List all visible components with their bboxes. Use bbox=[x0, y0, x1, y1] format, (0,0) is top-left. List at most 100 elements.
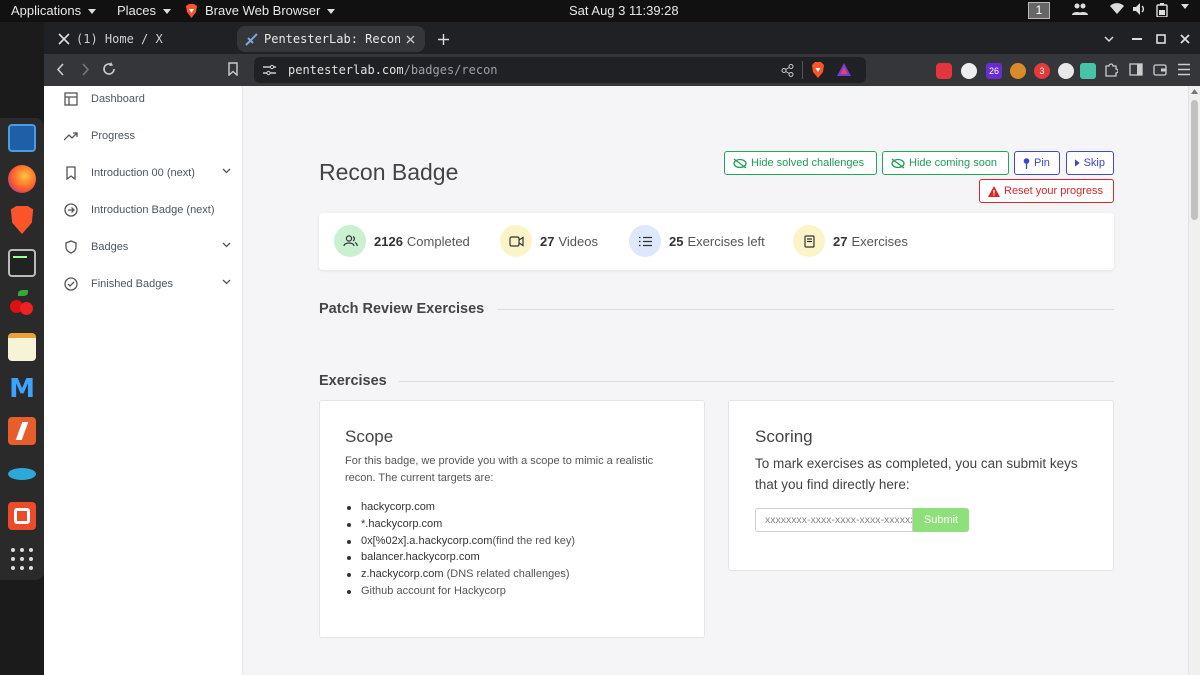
places-menu[interactable]: Places bbox=[117, 3, 172, 18]
pin-button[interactable]: Pin bbox=[1014, 151, 1060, 175]
maximize-button[interactable] bbox=[1148, 26, 1174, 52]
extension-badge[interactable]: 26 bbox=[986, 63, 1002, 79]
chevron-down-icon[interactable] bbox=[222, 168, 231, 174]
stat-value: 27 bbox=[833, 233, 848, 249]
battery-icon[interactable] bbox=[1156, 3, 1168, 17]
workspace-indicator[interactable]: 1 bbox=[1028, 2, 1050, 19]
site-settings-icon[interactable] bbox=[263, 64, 276, 76]
minimize-button[interactable] bbox=[1124, 26, 1150, 52]
scoring-title: Scoring bbox=[755, 427, 813, 446]
caret-down-icon bbox=[88, 8, 97, 14]
minimize-icon bbox=[1132, 38, 1142, 40]
brave-icon[interactable] bbox=[10, 206, 34, 234]
button-label: Reset your progress bbox=[1004, 185, 1104, 197]
show-apps-grid-icon[interactable] bbox=[8, 545, 36, 573]
stat-circle bbox=[334, 225, 366, 257]
new-tab-button[interactable] bbox=[430, 26, 457, 52]
book-icon bbox=[803, 234, 815, 248]
stat-value: 25 bbox=[669, 233, 684, 249]
sidebar-item-badges[interactable]: Badges bbox=[64, 236, 234, 258]
tab-pentesterlab[interactable]: PentesterLab: Recon bbox=[237, 26, 425, 52]
sidebar-item-label: Finished Badges bbox=[91, 278, 173, 290]
chevron-down-icon[interactable] bbox=[222, 279, 231, 285]
eye-icon[interactable] bbox=[8, 460, 36, 488]
sidebar-item-introduction-00[interactable]: Introduction 00 (next) bbox=[64, 162, 234, 184]
skip-button[interactable]: Skip bbox=[1066, 151, 1114, 175]
app-icon[interactable] bbox=[8, 502, 36, 530]
sidebar-item-introduction-badge[interactable]: Introduction Badge (next) bbox=[64, 199, 215, 221]
cherrytree-icon[interactable] bbox=[8, 290, 36, 318]
app-name-label: Brave Web Browser bbox=[205, 3, 321, 18]
wifi-icon[interactable] bbox=[1110, 3, 1124, 14]
users-icon bbox=[342, 235, 358, 247]
places-label: Places bbox=[117, 3, 157, 18]
key-input[interactable] bbox=[755, 508, 913, 532]
applications-menu[interactable]: Applications bbox=[11, 3, 97, 18]
bookmark-icon[interactable] bbox=[228, 62, 238, 76]
sidebar-toggle-icon[interactable] bbox=[1129, 63, 1143, 76]
brave-lion-icon bbox=[186, 3, 197, 18]
clock[interactable]: Sat Aug 3 11:39:28 bbox=[569, 3, 679, 18]
terminal-icon[interactable] bbox=[8, 249, 36, 277]
forward-icon[interactable] bbox=[81, 63, 90, 76]
close-icon bbox=[1180, 34, 1190, 44]
sidebar-item-dashboard[interactable]: Dashboard bbox=[64, 88, 145, 110]
stat-circle bbox=[500, 225, 532, 257]
hide-solved-button[interactable]: Hide solved challenges bbox=[724, 151, 877, 175]
brave-rewards-icon[interactable] bbox=[837, 63, 851, 76]
hide-coming-soon-button[interactable]: Hide coming soon bbox=[882, 151, 1009, 175]
firefox-icon[interactable] bbox=[8, 165, 36, 193]
divider bbox=[802, 61, 803, 79]
target-host: hackycorp.com bbox=[361, 501, 435, 513]
page-scrollbar[interactable] bbox=[1188, 86, 1200, 675]
target-host: z.hackycorp.com bbox=[361, 568, 444, 581]
extension-icon[interactable] bbox=[936, 63, 952, 79]
close-tab-icon[interactable] bbox=[406, 35, 415, 44]
target-note: (find the red key) bbox=[492, 534, 575, 547]
chevron-down-icon[interactable] bbox=[222, 242, 231, 248]
arrow-circle-icon bbox=[64, 203, 78, 217]
file-manager-icon[interactable] bbox=[8, 124, 36, 152]
list-item: *.hackycorp.com bbox=[347, 516, 575, 533]
tab-list-button[interactable] bbox=[1096, 26, 1122, 52]
scoring-card: Scoring To mark exercises as completed, … bbox=[728, 400, 1114, 571]
eye-slash-icon bbox=[891, 157, 905, 169]
power-menu[interactable] bbox=[1178, 3, 1189, 9]
menu-icon[interactable] bbox=[1178, 63, 1190, 76]
back-icon[interactable] bbox=[56, 63, 65, 76]
share-icon[interactable] bbox=[781, 64, 794, 77]
extension-icon[interactable] bbox=[961, 63, 977, 79]
metasploit-icon[interactable]: M bbox=[8, 375, 36, 403]
shield-icon bbox=[65, 240, 77, 254]
target-note: Github account for Hackycorp bbox=[361, 584, 506, 597]
scroll-up-icon[interactable] bbox=[1191, 89, 1198, 94]
sidebar-item-finished-badges[interactable]: Finished Badges bbox=[64, 273, 234, 295]
text-editor-icon[interactable] bbox=[8, 333, 36, 361]
scrollbar-thumb[interactable] bbox=[1191, 100, 1198, 220]
cookie-extension-icon[interactable] bbox=[1010, 63, 1026, 79]
web-page: Dashboard Progress Introduction 00 (next… bbox=[44, 86, 1188, 675]
plus-icon bbox=[438, 33, 449, 45]
extension-badge[interactable]: 3 bbox=[1034, 63, 1050, 79]
list-item: z.hackycorp.com (DNS related challenges) bbox=[347, 566, 575, 583]
wallet-icon[interactable] bbox=[1153, 63, 1167, 76]
submit-button[interactable]: Submit bbox=[913, 508, 969, 532]
reload-icon[interactable] bbox=[102, 62, 116, 76]
brave-shields-icon[interactable] bbox=[811, 62, 825, 78]
volume-icon[interactable] bbox=[1133, 3, 1146, 15]
url-host: pentesterlab.com bbox=[288, 63, 404, 77]
sidebar-item-progress[interactable]: Progress bbox=[64, 125, 135, 147]
close-window-button[interactable] bbox=[1172, 26, 1198, 52]
address-bar[interactable]: pentesterlab.com/badges/recon bbox=[254, 57, 866, 83]
people-icon[interactable] bbox=[1072, 3, 1088, 15]
scope-description: For this badge, we provide you with a sc… bbox=[345, 455, 654, 484]
stat-label: Exercises left bbox=[687, 233, 765, 249]
reset-progress-button[interactable]: Reset your progress bbox=[979, 179, 1114, 203]
extensions-puzzle-icon[interactable] bbox=[1104, 63, 1118, 77]
app-menu[interactable]: Brave Web Browser bbox=[185, 3, 336, 18]
extension-icon[interactable] bbox=[1080, 63, 1096, 79]
tab-x-home[interactable]: (1) Home / X bbox=[50, 26, 230, 52]
extension-icon[interactable] bbox=[1058, 63, 1074, 79]
burp-suite-icon[interactable] bbox=[8, 417, 36, 445]
browser-tab-strip: (1) Home / X PentesterLab: Recon bbox=[44, 22, 1200, 54]
